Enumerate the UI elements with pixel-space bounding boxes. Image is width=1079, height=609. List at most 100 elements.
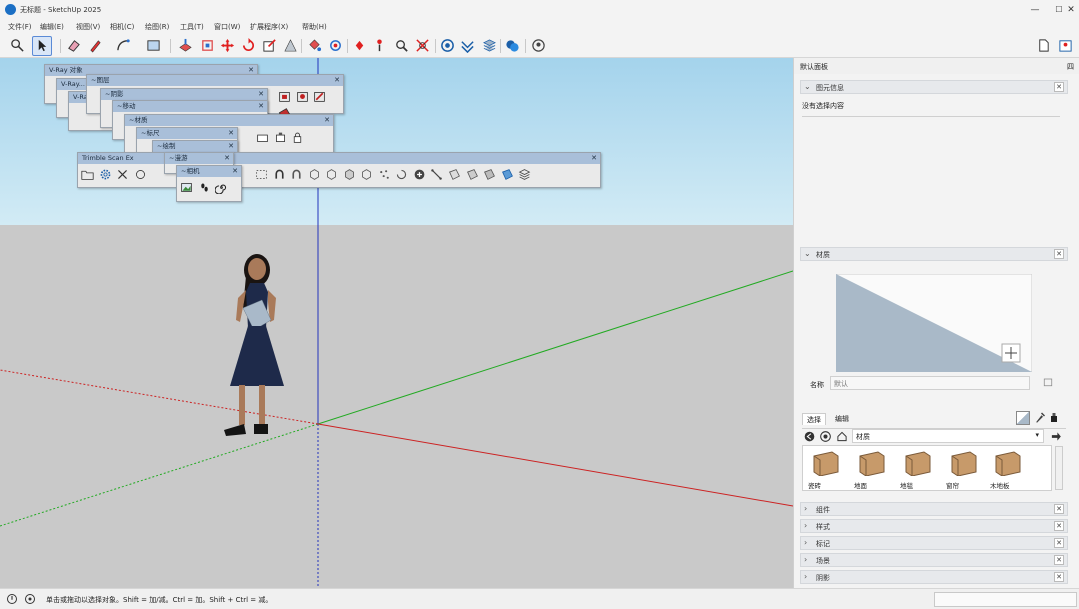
footprints-icon[interactable] xyxy=(198,181,211,194)
position-icon[interactable] xyxy=(274,131,287,144)
floating-toolbar-camera[interactable]: ~相机 ✕ xyxy=(176,165,242,202)
material-tile[interactable]: 窗帘 xyxy=(942,448,986,490)
modeling-viewport[interactable]: V-Ray 对象✕ V-Ray...✕ V-Ray...✕ ~图层✕ ~阴影✕ … xyxy=(0,58,793,588)
close-button[interactable]: ✕ xyxy=(1056,1,1079,19)
paint-icon[interactable] xyxy=(1048,411,1060,424)
rectangle-icon[interactable] xyxy=(146,38,161,53)
search-icon[interactable] xyxy=(10,38,25,53)
layers-icon[interactable] xyxy=(482,38,497,53)
close-icon[interactable]: ✕ xyxy=(258,89,264,100)
box-icon[interactable] xyxy=(313,90,326,103)
box-icon[interactable] xyxy=(278,90,291,103)
arc-icon[interactable] xyxy=(116,38,131,53)
close-icon[interactable]: ✕ xyxy=(1054,249,1064,259)
close-icon[interactable]: ✕ xyxy=(1054,538,1064,548)
menu-help[interactable]: 帮助(H) xyxy=(302,22,327,32)
warehouse-icon[interactable] xyxy=(440,38,455,53)
geolocation-icon[interactable] xyxy=(6,593,18,605)
measurements-input[interactable] xyxy=(934,592,1077,607)
add-icon[interactable] xyxy=(413,168,426,181)
shadows-header[interactable]: › 阴影 ✕ xyxy=(800,570,1068,584)
eyedropper-icon[interactable] xyxy=(1034,411,1046,424)
walk-icon[interactable] xyxy=(372,38,387,53)
close-icon[interactable]: ✕ xyxy=(591,153,597,164)
mesh-color-icon[interactable] xyxy=(501,168,514,181)
stack-icon[interactable] xyxy=(518,168,531,181)
materials-header[interactable]: ⌄ 材质 ✕ xyxy=(800,247,1068,261)
menu-view[interactable]: 视图(V) xyxy=(76,22,100,32)
scatter-points-icon[interactable] xyxy=(378,168,391,181)
thumbnail-scrollbar[interactable] xyxy=(1055,446,1063,490)
tab-edit[interactable]: 编辑 xyxy=(830,413,854,425)
extension-warehouse-icon[interactable] xyxy=(460,38,475,53)
close-icon[interactable]: ✕ xyxy=(224,153,230,164)
close-icon[interactable]: ✕ xyxy=(324,115,330,126)
zoom-extents-icon[interactable] xyxy=(415,38,430,53)
magnet-icon[interactable] xyxy=(273,168,286,181)
close-icon[interactable]: ✕ xyxy=(232,166,238,177)
material-name-input[interactable]: 默认 xyxy=(830,376,1030,390)
components-header[interactable]: › 组件 ✕ xyxy=(800,502,1068,516)
close-icon[interactable]: ✕ xyxy=(1054,572,1064,582)
close-icon[interactable]: ✕ xyxy=(334,75,340,86)
rotate-icon[interactable] xyxy=(241,38,256,53)
scenes-header[interactable]: › 场景 ✕ xyxy=(800,553,1068,567)
home-icon[interactable] xyxy=(836,431,848,442)
hexagon-icon[interactable] xyxy=(308,168,321,181)
lock-icon[interactable] xyxy=(291,131,304,144)
material-tile[interactable]: 瓷砖 xyxy=(804,448,848,490)
magnet-icon[interactable] xyxy=(290,168,303,181)
push-pull-icon[interactable] xyxy=(178,38,193,53)
menu-camera[interactable]: 相机(C) xyxy=(110,22,134,32)
entity-info-header[interactable]: ⌄ 图元信息 ✕ xyxy=(800,80,1068,94)
styles-header[interactable]: › 样式 ✕ xyxy=(800,519,1068,533)
details-arrow-icon[interactable] xyxy=(1050,431,1062,442)
back-arrow-icon[interactable] xyxy=(804,431,815,442)
person-figure[interactable] xyxy=(224,254,284,436)
pan-icon[interactable] xyxy=(352,38,367,53)
close-icon[interactable]: ✕ xyxy=(1054,555,1064,565)
spiral-icon[interactable] xyxy=(215,181,228,194)
folder-icon[interactable] xyxy=(81,168,94,181)
new-file-icon[interactable] xyxy=(1036,38,1051,53)
profile-icon[interactable] xyxy=(1058,38,1073,53)
help-icon[interactable] xyxy=(24,593,36,605)
forward-arrow-icon[interactable] xyxy=(820,431,831,442)
picture-icon[interactable] xyxy=(180,181,193,194)
gear-icon[interactable] xyxy=(99,168,112,181)
circle-icon[interactable] xyxy=(134,168,147,181)
eraser-icon[interactable] xyxy=(66,38,81,53)
paint-bucket-icon[interactable] xyxy=(307,38,322,53)
follow-me-icon[interactable] xyxy=(283,38,298,53)
hexagon-icon[interactable] xyxy=(325,168,338,181)
trimble-connect-icon[interactable] xyxy=(505,38,520,53)
close-icon[interactable]: ✕ xyxy=(228,128,234,139)
zoom-icon[interactable] xyxy=(394,38,409,53)
material-tile[interactable]: 地毯 xyxy=(896,448,940,490)
account-icon[interactable] xyxy=(531,38,546,53)
menu-draw[interactable]: 绘图(R) xyxy=(145,22,169,32)
box-icon[interactable] xyxy=(296,90,309,103)
close-icon[interactable]: ✕ xyxy=(228,141,234,152)
menu-edit[interactable]: 编辑(E) xyxy=(40,22,64,32)
line-icon[interactable] xyxy=(430,168,443,181)
material-library-dropdown[interactable]: 材质 ▾ xyxy=(852,429,1044,443)
close-icon[interactable]: ✕ xyxy=(1054,504,1064,514)
move-icon[interactable] xyxy=(220,38,235,53)
mesh-icon[interactable] xyxy=(483,168,496,181)
refresh-icon[interactable] xyxy=(395,168,408,181)
mesh-icon[interactable] xyxy=(448,168,461,181)
close-icon[interactable]: ✕ xyxy=(1054,82,1064,92)
pin-button[interactable]: 四 xyxy=(1067,62,1074,72)
pencil-icon[interactable] xyxy=(88,38,103,53)
reset-icon[interactable] xyxy=(1042,376,1054,388)
menu-extensions[interactable]: 扩展程序(X) xyxy=(250,22,288,32)
current-material-swatch[interactable] xyxy=(1016,411,1030,425)
offset-icon[interactable] xyxy=(200,38,215,53)
tab-select[interactable]: 选择 xyxy=(802,413,826,425)
close-icon[interactable]: ✕ xyxy=(1054,521,1064,531)
material-tile[interactable]: 地面 xyxy=(850,448,894,490)
orbit-icon[interactable] xyxy=(328,38,343,53)
hexagon-icon[interactable] xyxy=(360,168,373,181)
scale-icon[interactable] xyxy=(262,38,277,53)
